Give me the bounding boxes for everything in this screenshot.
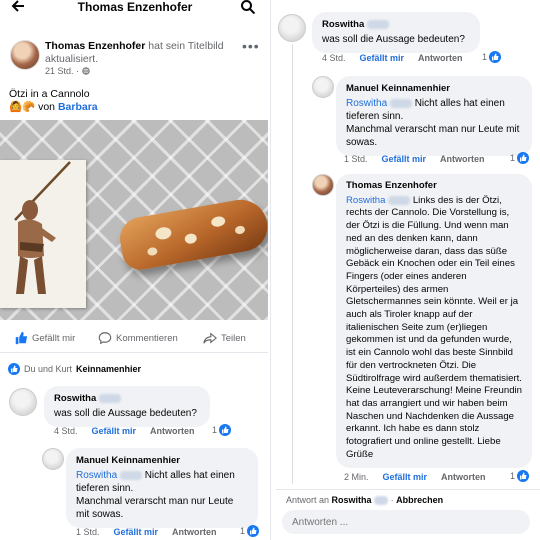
like-badge-icon [219,424,232,436]
like-badge-icon [517,152,530,164]
commenter-avatar[interactable] [312,76,334,98]
comment-text: was soll die Aussage bedeuten? [322,34,465,45]
comment-bubble: Roswitha was soll die Aussage bedeuten? [312,12,480,53]
comment-like-button[interactable]: Gefällt mir [360,53,405,63]
post-author-line: Thomas Enzenhofer hat sein Titelbild akt… [45,40,245,66]
likes-summary[interactable]: Du und Kurt Keinnamenhier [8,363,141,375]
comment-like-button[interactable]: Gefällt mir [383,472,428,482]
more-options-icon[interactable]: ••• [242,38,260,54]
search-icon[interactable] [240,0,256,20]
reply-context: Antwort an Roswitha · Abbrechen [286,495,444,506]
comment-text: Manchmal verarscht man nur Leute mit sow… [76,496,234,520]
globe-icon [81,67,90,75]
thumbs-up-icon [15,331,28,345]
mention-link[interactable]: Barbara [58,101,98,113]
reply-input[interactable] [282,510,530,534]
comment-reply-button[interactable]: Antworten [150,426,195,436]
mention-link[interactable]: Roswitha [346,195,385,206]
redacted-text [119,470,142,480]
comment-like-button[interactable]: Gefällt mir [114,527,159,537]
commenter-name[interactable]: Roswitha [54,392,200,405]
author-name[interactable]: Thomas Enzenhofer [45,40,145,52]
comment-text: Links des is der Ötzi, rechts der Cannol… [346,194,522,460]
like-badge-icon [8,363,20,375]
commenter-name[interactable]: Manuel Keinnamenhier [346,82,522,95]
like-badge-icon [489,51,502,63]
cannolo-pastry-image [116,195,268,273]
comment-reply-button[interactable]: Antworten [172,527,217,537]
comment-meta: 1 Std. Gefällt mir Antworten [76,527,217,537]
like-badge-icon [247,525,260,537]
oetzi-card-image [0,160,86,308]
comment-like-count[interactable]: 1 [510,152,530,164]
comment-meta: 1 Std. Gefällt mir Antworten [344,154,485,164]
post-screen: Thomas Enzenhofer Thomas Enzenhofer hat … [0,0,270,540]
comment-reply-button[interactable]: Antworten [418,53,463,63]
comment-meta: 4 Std. Gefällt mir Antworten [322,53,463,63]
comment-time: 2 Min. [344,472,369,482]
redacted-text [366,19,389,29]
post-by: von [38,101,56,113]
comment-thread-screen: Roswitha was soll die Aussage bedeuten? … [276,0,540,540]
top-bar: Thomas Enzenhofer [0,0,270,18]
page-title: Thomas Enzenhofer [77,0,193,14]
comment-like-button[interactable]: Gefällt mir [382,154,427,164]
comment-like-count[interactable]: 1 [212,424,232,436]
post-text: Ötzi in a Cannolo 🙆🥐 von Barbara [9,88,98,114]
redacted-text [388,195,411,205]
comment-bubble: Manuel Keinnamenhier Roswitha Nicht alle… [66,448,258,528]
comment-meta: 2 Min. Gefällt mir Antworten [344,472,486,482]
reply-target-name: Roswitha [331,495,372,505]
commenter-avatar[interactable] [42,448,64,470]
redacted-text [374,496,389,506]
comment-like-count[interactable]: 1 [510,470,530,482]
post-text-line1: Ötzi in a Cannolo [9,88,90,100]
comment-bubble: Roswitha was soll die Aussage bedeuten? [44,386,210,427]
post-action-bar: Gefällt mir Kommentieren Teilen [0,326,268,350]
comment-bubble: Manuel Keinnamenhier Roswitha Nicht alle… [336,76,532,156]
share-icon [203,332,217,344]
like-badge-icon [517,470,530,482]
comment-meta: 4 Std. Gefällt mir Antworten [54,426,195,436]
thread-line [292,44,293,484]
divider [0,352,268,353]
commenter-avatar[interactable] [312,174,334,196]
comment-bubble: Thomas Enzenhofer Roswitha Links des is … [336,174,532,469]
comment-button[interactable]: Kommentieren [98,331,178,345]
like-button[interactable]: Gefällt mir [14,331,75,345]
comment-text: Manchmal verarscht man nur Leute mit sow… [346,124,520,148]
commenter-name[interactable]: Thomas Enzenhofer [346,180,522,193]
mention-link[interactable]: Roswitha [76,470,117,481]
divider [276,489,540,490]
commenter-name[interactable]: Manuel Keinnamenhier [76,454,248,467]
comment-time: 1 Std. [344,154,368,164]
cancel-reply-button[interactable]: Abbrechen [396,495,443,505]
comment-time: 4 Std. [322,53,346,63]
comment-like-count[interactable]: 1 [482,51,502,63]
comment-like-count[interactable]: 1 [240,525,260,537]
comment-time: 1 Std. [76,527,100,537]
commenter-name[interactable]: Roswitha [322,18,470,31]
commenter-avatar[interactable] [278,14,306,42]
cover-photo[interactable] [0,120,268,320]
post-emoji: 🙆🥐 [9,101,36,113]
commenter-avatar[interactable] [9,388,37,416]
comment-like-button[interactable]: Gefällt mir [92,426,137,436]
mention-link[interactable]: Roswitha [346,98,387,109]
comment-icon [98,332,112,345]
comment-text: was soll die Aussage bedeuten? [54,408,197,419]
redacted-text [98,393,121,403]
post-time: 21 Std. · [45,66,90,76]
comment-time: 4 Std. [54,426,78,436]
share-button[interactable]: Teilen [203,331,246,345]
comment-reply-button[interactable]: Antworten [441,472,486,482]
comment-reply-button[interactable]: Antworten [440,154,485,164]
author-avatar[interactable] [10,40,40,70]
redacted-text [389,98,412,108]
